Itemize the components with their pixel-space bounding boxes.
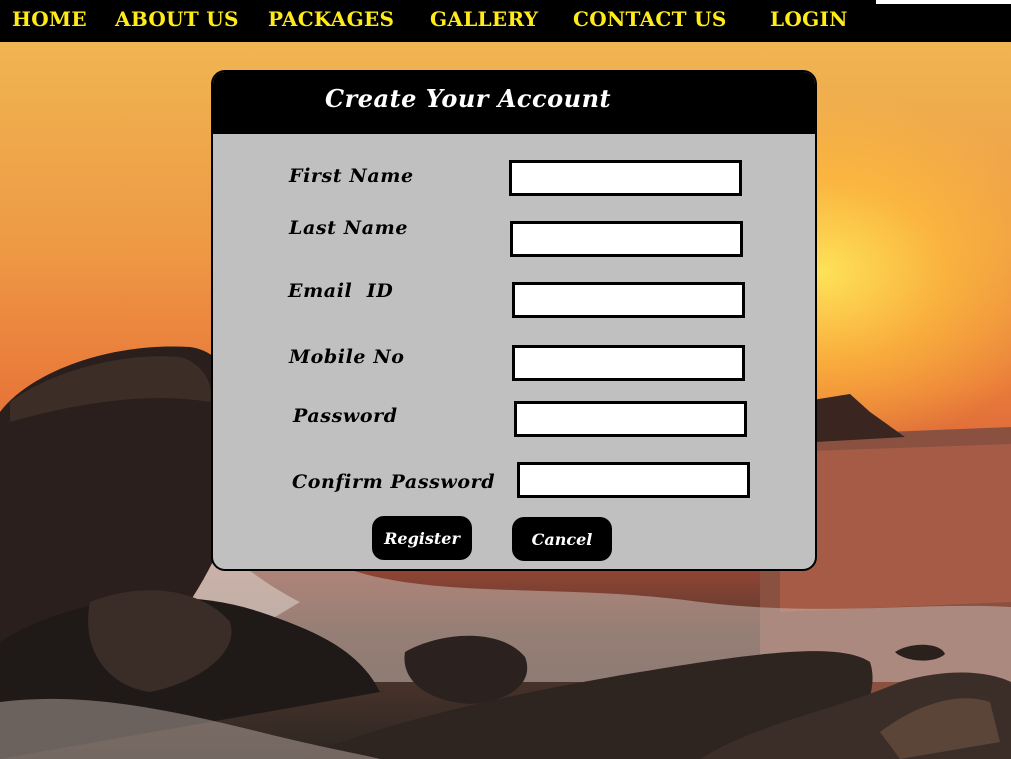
top-navbar: HOME ABOUT US PACKAGES GALLERY CONTACT U… xyxy=(0,0,1011,42)
create-account-panel: Create Your Account First Name Last Name… xyxy=(211,70,817,571)
register-button[interactable]: Register xyxy=(372,516,472,560)
nav-login-link[interactable]: LOGIN xyxy=(770,7,848,31)
confirm-password-input[interactable] xyxy=(517,462,750,498)
email-id-input[interactable] xyxy=(512,282,745,318)
email-id-label: Email ID xyxy=(288,280,394,302)
navbar-edge-strip xyxy=(876,0,1011,4)
nav-contact-us-link[interactable]: CONTACT US xyxy=(573,7,727,31)
first-name-label: First Name xyxy=(289,165,414,187)
cancel-button[interactable]: Cancel xyxy=(512,517,612,561)
nav-home-link[interactable]: HOME xyxy=(12,7,87,31)
confirm-password-label: Confirm Password xyxy=(292,471,496,493)
last-name-input[interactable] xyxy=(510,221,743,257)
panel-header: Create Your Account xyxy=(213,72,815,134)
panel-title: Create Your Account xyxy=(325,84,612,113)
mobile-no-input[interactable] xyxy=(512,345,745,381)
mobile-no-label: Mobile No xyxy=(289,346,405,368)
password-label: Password xyxy=(293,405,398,427)
nav-packages-link[interactable]: PACKAGES xyxy=(268,7,394,31)
password-input[interactable] xyxy=(514,401,747,437)
nav-gallery-link[interactable]: GALLERY xyxy=(430,7,538,31)
first-name-input[interactable] xyxy=(509,160,742,196)
nav-about-us-link[interactable]: ABOUT US xyxy=(115,7,239,31)
last-name-label: Last Name xyxy=(289,217,409,239)
